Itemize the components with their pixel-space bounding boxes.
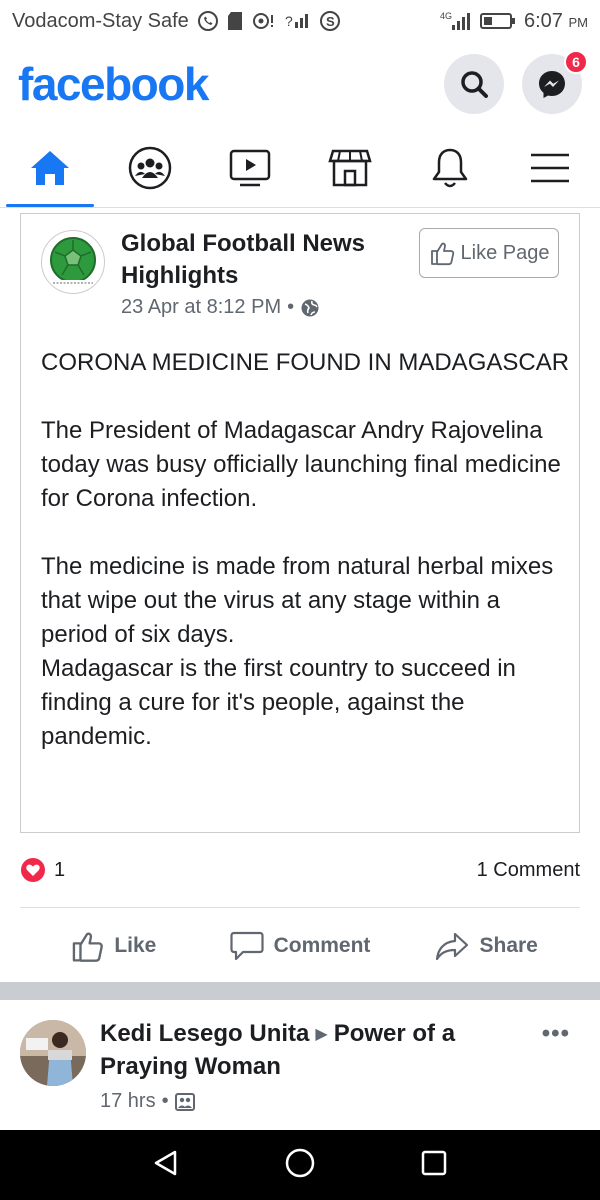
comment-button[interactable]: Comment bbox=[207, 930, 394, 962]
post-body: CORONA MEDICINE FOUND IN MADAGASCAR The … bbox=[41, 346, 571, 754]
post-paragraph: CORONA MEDICINE FOUND IN MADAGASCAR bbox=[41, 349, 570, 376]
back-triangle-icon bbox=[155, 1150, 177, 1175]
svg-text:S: S bbox=[326, 14, 335, 29]
watch-video-icon bbox=[229, 149, 271, 186]
like-label: Like bbox=[114, 934, 157, 957]
author-name-link[interactable]: Kedi Lesego Unita bbox=[100, 1020, 309, 1047]
system-nav-bar bbox=[0, 1130, 600, 1200]
divider bbox=[20, 907, 580, 908]
search-button[interactable] bbox=[444, 54, 504, 114]
love-reaction-icon[interactable] bbox=[20, 857, 46, 883]
post2-meta: 17 hrs • bbox=[100, 1090, 195, 1113]
messenger-badge: 6 bbox=[564, 50, 588, 74]
svg-text:?: ? bbox=[285, 13, 293, 29]
whatsapp-icon bbox=[197, 10, 219, 32]
tab-marketplace[interactable] bbox=[300, 128, 400, 207]
post2-timestamp[interactable]: 17 hrs bbox=[100, 1090, 156, 1113]
post-meta: 23 Apr at 8:12 PM • bbox=[121, 296, 320, 319]
skype-icon: S bbox=[319, 10, 341, 32]
football-logo-icon bbox=[49, 237, 97, 286]
post-paragraph: The medicine is made from natural herbal… bbox=[41, 553, 554, 648]
carrier-label: Vodacom-Stay Safe bbox=[12, 9, 189, 32]
post-actions: Like Comment Share bbox=[20, 918, 580, 974]
comment-bubble-icon bbox=[229, 931, 264, 961]
search-icon bbox=[461, 71, 488, 98]
bell-icon bbox=[432, 148, 468, 187]
page-avatar[interactable] bbox=[41, 230, 105, 294]
app-header: facebook 6 bbox=[0, 42, 600, 126]
home-icon bbox=[31, 150, 69, 185]
tab-menu[interactable] bbox=[500, 128, 600, 207]
groups-icon bbox=[128, 146, 172, 189]
tab-watch[interactable] bbox=[200, 128, 300, 207]
signal-unknown-icon: ? bbox=[285, 11, 311, 31]
tab-notifications[interactable] bbox=[400, 128, 500, 207]
comment-count-link[interactable]: 1 Comment bbox=[477, 859, 580, 882]
home-system-button[interactable] bbox=[284, 1147, 316, 1184]
like-button[interactable]: Like bbox=[20, 929, 207, 963]
globe-icon bbox=[301, 299, 319, 316]
author-avatar[interactable] bbox=[20, 1020, 86, 1086]
meta-dot: • bbox=[161, 1090, 169, 1112]
battery-icon bbox=[480, 12, 516, 30]
back-button[interactable] bbox=[151, 1148, 181, 1183]
reactions-summary: 1 1 Comment bbox=[20, 852, 580, 888]
page-name-link[interactable]: Global Football News Highlights bbox=[121, 228, 401, 292]
feed-separator bbox=[0, 982, 600, 1000]
recents-button[interactable] bbox=[419, 1148, 449, 1183]
facebook-logo[interactable]: facebook bbox=[18, 57, 209, 111]
share-label: Share bbox=[479, 934, 538, 957]
like-page-label: Like Page bbox=[460, 241, 550, 264]
messenger-button[interactable]: 6 bbox=[522, 50, 588, 114]
thumbs-up-icon bbox=[73, 932, 104, 962]
home-circle-icon bbox=[285, 1148, 315, 1177]
thumbs-up-icon bbox=[430, 242, 454, 266]
hotspot-icon bbox=[251, 11, 277, 31]
clock: 6:07 PM bbox=[524, 9, 588, 32]
post-card: Global Football News Highlights Like Pag… bbox=[20, 213, 580, 833]
reaction-count[interactable]: 1 bbox=[54, 859, 65, 882]
comment-label: Comment bbox=[273, 934, 371, 957]
post-paragraph: The President of Madagascar Andry Rajove… bbox=[41, 417, 561, 512]
post-paragraph: Madagascar is the first country to succe… bbox=[41, 655, 516, 750]
recents-square-icon bbox=[421, 1150, 446, 1175]
triangle-right-icon: ▶ bbox=[315, 1025, 328, 1043]
network-type-label: 4G bbox=[440, 11, 452, 21]
meta-dot: • bbox=[287, 296, 295, 318]
more-options-button[interactable]: ••• bbox=[542, 1020, 570, 1048]
members-icon bbox=[174, 1092, 195, 1111]
tab-home[interactable] bbox=[0, 128, 100, 207]
marketplace-icon bbox=[328, 149, 372, 186]
share-button[interactable]: Share bbox=[393, 931, 580, 961]
cell-signal-icon: 4G bbox=[440, 10, 472, 32]
status-bar: Vodacom-Stay Safe ? S 4G 6:07 PM bbox=[0, 0, 600, 42]
profile-photo-icon bbox=[20, 1020, 86, 1086]
messenger-icon bbox=[539, 71, 565, 98]
hamburger-menu-icon bbox=[531, 153, 569, 182]
tab-groups[interactable] bbox=[100, 128, 200, 207]
post2-header: Kedi Lesego Unita ▶ Power of a Praying Wom… bbox=[100, 1018, 520, 1083]
share-arrow-icon bbox=[436, 932, 469, 961]
like-page-button[interactable]: Like Page bbox=[419, 228, 559, 278]
post-timestamp[interactable]: 23 Apr at 8:12 PM bbox=[121, 296, 281, 319]
post-card-2: Kedi Lesego Unita ▶ Power of a Praying Wom… bbox=[0, 1000, 600, 1130]
sd-card-icon bbox=[227, 11, 243, 31]
tab-bar bbox=[0, 128, 600, 208]
